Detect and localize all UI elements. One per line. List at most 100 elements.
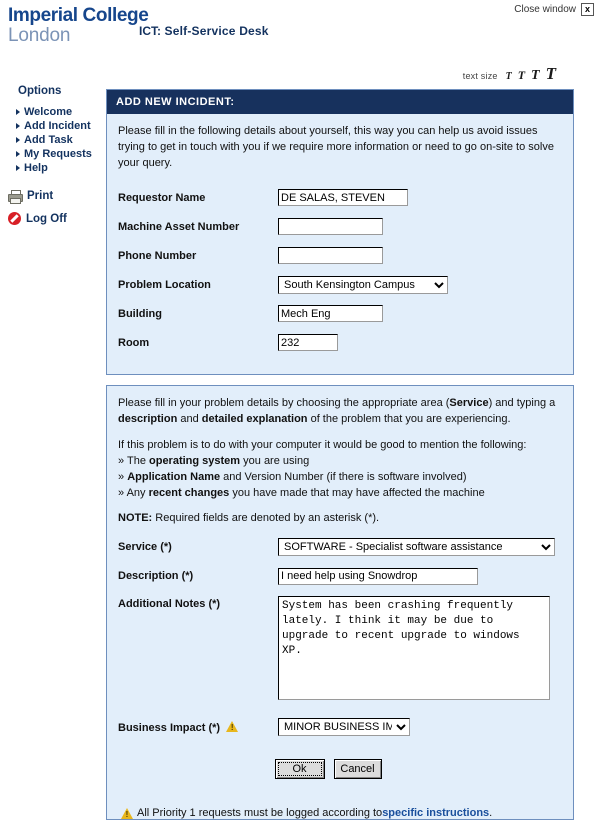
intro-p1-explanation: detailed explanation — [201, 412, 308, 425]
chevron-right-icon — [16, 137, 20, 143]
bullet-marker: » — [118, 470, 125, 483]
problem-details-panel: Please fill in your problem details by c… — [106, 384, 574, 820]
logo-line-1: Imperial College — [8, 5, 149, 26]
sidebar: Options Welcome Add Incident Add Task My… — [0, 85, 104, 225]
chevron-right-icon — [16, 165, 20, 171]
note-text: Required fields are denoted by an asteri… — [152, 512, 380, 525]
close-window-control[interactable]: Close window x — [514, 3, 594, 16]
panel-intro-text: Please fill in the following details abo… — [118, 125, 554, 169]
bullet-item-3: » Any recent changes you have made that … — [118, 486, 562, 502]
intro-p1-service: Service — [449, 396, 489, 409]
service-select[interactable]: SOFTWARE - Specialist software assistanc… — [278, 538, 555, 557]
sidebar-item-add-task[interactable]: Add Task — [16, 134, 104, 146]
field-row-room: Room — [118, 329, 562, 357]
field-row-description: Description (*) — [118, 562, 562, 590]
additional-notes-label: Additional Notes (*) — [118, 598, 221, 611]
building-label: Building — [118, 307, 162, 320]
problem-location-select[interactable]: South Kensington Campus — [278, 275, 448, 294]
app-title-prefix: ICT: — [139, 24, 161, 38]
chevron-right-icon — [16, 151, 20, 157]
sidebar-item-label: Welcome — [24, 106, 73, 118]
form-actions: Ok Cancel — [118, 759, 562, 780]
bullet-marker: » — [118, 486, 125, 499]
machine-asset-number-input[interactable] — [278, 218, 383, 236]
intro-p1-description: description — [118, 412, 178, 425]
description-input[interactable] — [278, 567, 478, 585]
sidebar-action-label: Log Off — [26, 212, 67, 225]
requestor-fields: Requestor Name Machine Asset Number Phon… — [107, 182, 573, 374]
text-size-label: text size — [462, 71, 498, 81]
phone-number-label: Phone Number — [118, 249, 197, 262]
bullet-item-2: » Application Name and Version Number (i… — [118, 470, 562, 486]
note-label: NOTE: — [118, 512, 153, 525]
sidebar-item-label: My Requests — [24, 148, 92, 160]
field-row-problem-location: Problem Location South Kensington Campus — [118, 271, 562, 299]
sidebar-item-label: Add Incident — [24, 120, 91, 132]
field-row-service: Service (*) SOFTWARE - Specialist softwa… — [118, 533, 562, 561]
sidebar-item-print[interactable]: Print — [8, 190, 104, 204]
bullet-marker: » — [118, 454, 125, 467]
app-title-text: Self-Service Desk — [164, 24, 269, 38]
warning-triangle-icon: ! — [226, 720, 239, 732]
sidebar-action-label: Print — [27, 190, 54, 202]
panel-header: ADD NEW INCIDENT: — [107, 90, 573, 114]
bullet-bold: recent changes — [148, 486, 230, 499]
bullet-pre: The — [126, 454, 149, 467]
chevron-right-icon — [16, 109, 20, 115]
sidebar-item-add-incident[interactable]: Add Incident — [16, 120, 104, 132]
sidebar-nav: Welcome Add Incident Add Task My Request… — [16, 106, 104, 174]
sidebar-item-my-requests[interactable]: My Requests — [16, 148, 104, 160]
page-title: ICT: Self-Service Desk — [139, 24, 269, 38]
bullet-pre: Any — [126, 486, 149, 499]
specific-instructions-link[interactable]: specific instructions — [382, 807, 489, 819]
text-size-option-3[interactable]: T — [531, 68, 540, 84]
phone-number-input[interactable] — [278, 247, 383, 265]
machine-asset-number-label: Machine Asset Number — [118, 220, 240, 233]
problem-detail-fields: Service (*) SOFTWARE - Specialist softwa… — [107, 531, 573, 807]
bullet-post: you have made that may have affected the… — [229, 486, 485, 499]
cancel-button[interactable]: Cancel — [333, 759, 382, 780]
sidebar-item-label: Add Task — [24, 134, 73, 146]
sidebar-item-welcome[interactable]: Welcome — [16, 106, 104, 118]
intro-p1-e: and — [177, 412, 202, 425]
sidebar-title: Options — [18, 85, 62, 97]
field-row-phone-number: Phone Number — [118, 242, 562, 270]
footnote-text-after: . — [489, 807, 493, 820]
bullet-post: you are using — [240, 454, 310, 467]
business-impact-label-text: Business Impact (*) — [118, 721, 221, 734]
intro-p1-g: of the problem that you are experiencing… — [307, 412, 511, 425]
add-new-incident-panel: ADD NEW INCIDENT: Please fill in the fol… — [106, 89, 574, 375]
text-size-option-4[interactable]: T — [546, 64, 556, 84]
bullet-bold: operating system — [149, 454, 241, 467]
field-row-business-impact: Business Impact (*) ! MINOR BUSINESS IMP… — [118, 713, 562, 741]
bullet-post: and Version Number (if there is software… — [220, 470, 467, 483]
field-row-machine-asset-number: Machine Asset Number — [118, 213, 562, 241]
imperial-college-logo: Imperial College London — [8, 5, 149, 45]
building-input[interactable] — [278, 305, 383, 323]
business-impact-label: Business Impact (*) ! — [118, 720, 278, 734]
sidebar-item-log-off[interactable]: Log Off — [8, 212, 104, 225]
text-size-option-2[interactable]: T — [518, 68, 525, 83]
intro-p1-a: Please fill in your problem details by c… — [118, 396, 450, 409]
printer-icon — [8, 190, 23, 204]
warning-triangle-icon: ! — [121, 807, 133, 819]
main-content: ADD NEW INCIDENT: Please fill in the fol… — [106, 89, 574, 820]
field-row-building: Building — [118, 300, 562, 328]
intro-paragraph-1: Please fill in your problem details by c… — [118, 396, 562, 428]
room-label: Room — [118, 336, 150, 349]
requestor-name-input[interactable] — [278, 189, 408, 207]
text-size-control[interactable]: text size T T T T — [463, 64, 556, 84]
additional-notes-textarea[interactable]: System has been crashing frequently late… — [278, 596, 550, 701]
room-input[interactable] — [278, 334, 338, 352]
business-impact-select[interactable]: MINOR BUSINESS IMPACT — [278, 718, 410, 737]
intro-p1-c: ) and typing a — [488, 396, 556, 409]
text-size-option-1[interactable]: T — [506, 71, 512, 82]
field-row-requestor-name: Requestor Name — [118, 184, 562, 212]
sidebar-item-label: Help — [24, 162, 48, 174]
ok-button[interactable]: Ok — [274, 759, 325, 780]
close-box-icon[interactable]: x — [581, 3, 594, 16]
sidebar-item-help[interactable]: Help — [16, 162, 104, 174]
service-label: Service (*) — [118, 541, 172, 554]
priority-footnote: ! All Priority 1 requests must be logged… — [107, 807, 573, 819]
problem-location-label: Problem Location — [118, 278, 211, 291]
